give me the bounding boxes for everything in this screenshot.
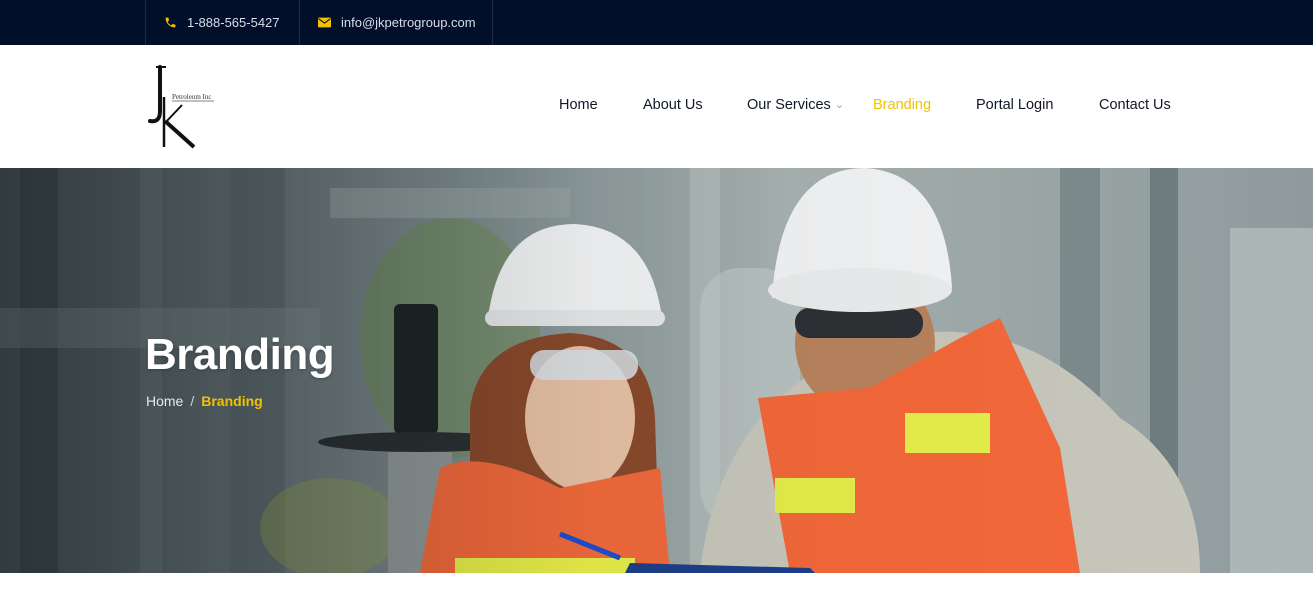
chevron-down-icon: ⌄ xyxy=(834,99,845,111)
nav-our-services-label: Our Services xyxy=(747,97,831,113)
breadcrumb-home-link[interactable]: Home xyxy=(146,393,183,409)
nav-branding[interactable]: Branding xyxy=(873,97,931,113)
envelope-icon xyxy=(318,17,331,28)
breadcrumb: Home / Branding xyxy=(146,393,263,409)
nav-about-us[interactable]: About Us xyxy=(643,97,703,113)
phone-contact[interactable]: 1-888-565-5427 xyxy=(145,0,300,45)
nav-portal-login[interactable]: Portal Login xyxy=(976,97,1053,113)
email-contact[interactable]: info@jkpetrogroup.com xyxy=(299,0,493,45)
phone-icon xyxy=(164,16,177,29)
nav-our-services[interactable]: Our Services ⌄ xyxy=(747,97,844,113)
svg-text:Petroleum Inc: Petroleum Inc xyxy=(172,93,211,101)
page-title: Branding xyxy=(145,330,335,379)
nav-contact-us[interactable]: Contact Us xyxy=(1099,97,1171,113)
breadcrumb-separator: / xyxy=(190,393,195,409)
nav-home[interactable]: Home xyxy=(559,97,598,113)
email-address: info@jkpetrogroup.com xyxy=(341,15,476,30)
top-contact-bar: 1-888-565-5427 info@jkpetrogroup.com xyxy=(0,0,1313,45)
breadcrumb-current: Branding xyxy=(201,393,263,409)
site-header: Petroleum Inc Home About Us Our Services… xyxy=(0,45,1313,168)
site-logo[interactable]: Petroleum Inc xyxy=(146,65,218,149)
page-hero-banner: Branding Home / Branding xyxy=(0,168,1313,573)
phone-number: 1-888-565-5427 xyxy=(187,15,280,30)
